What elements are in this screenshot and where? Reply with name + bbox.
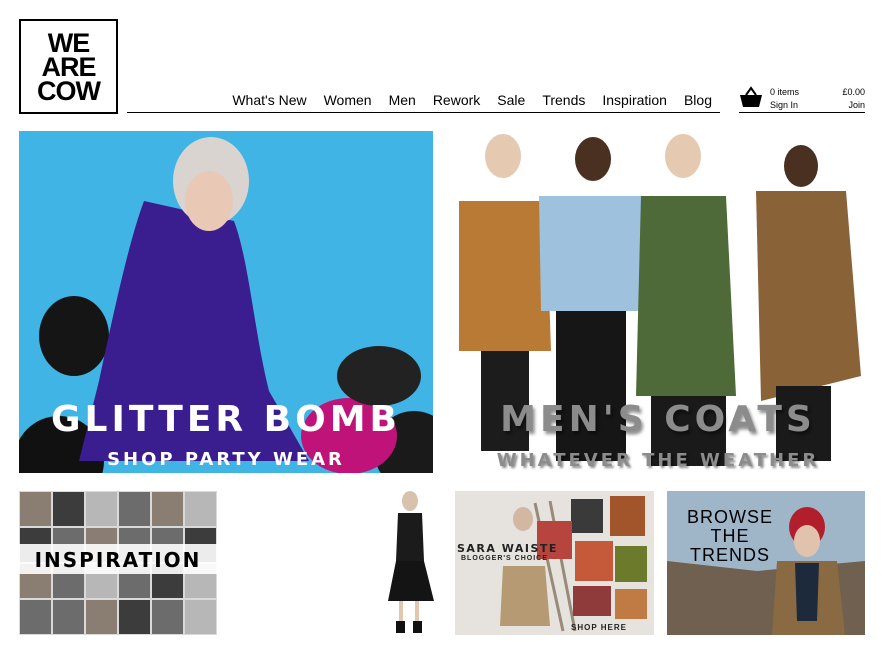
nav-item-rework[interactable]: Rework: [433, 90, 480, 110]
browse-trends-tile[interactable]: BROWSE THE TRENDS: [667, 491, 865, 635]
sara-waiste-tile[interactable]: SARA WAISTE BLOGGER'S CHOICE SHOP HERE: [455, 491, 654, 635]
sara-waiste-photo: [500, 496, 647, 632]
site-logo[interactable]: WE ARE COW: [19, 19, 118, 114]
basket-item-count[interactable]: 0 items: [770, 86, 799, 98]
mens-coats-subtitle: WHATEVER THE WEATHER: [496, 450, 820, 471]
glitter-bomb-subtitle: SHOP PARTY WEAR: [107, 449, 345, 470]
logo-line-1: WE: [47, 27, 90, 58]
glitter-bomb-title: GLITTER BOMB: [51, 399, 401, 440]
logo-line-3: COW: [37, 75, 101, 106]
glitter-bomb-banner[interactable]: GLITTER BOMB SHOP PARTY WEAR: [19, 131, 433, 473]
logo-line-2: ARE: [41, 51, 96, 82]
shop-here-link[interactable]: SHOP HERE: [571, 623, 627, 632]
account-panel: 0 items Sign In £0.00 Join: [739, 85, 865, 113]
nav-item-men[interactable]: Men: [389, 90, 416, 110]
inspiration-tile[interactable]: INSPIRATION: [19, 491, 217, 635]
dress-product-tile[interactable]: [372, 491, 442, 635]
browse-trends-title: BROWSE THE TRENDS: [686, 507, 773, 565]
basket-total[interactable]: £0.00: [842, 86, 865, 98]
nav-item-inspiration[interactable]: Inspiration: [602, 90, 667, 110]
dress-photo: [388, 491, 434, 633]
shopping-basket-icon[interactable]: [739, 86, 763, 108]
nav-item-women[interactable]: Women: [324, 90, 372, 110]
nav-item-blog[interactable]: Blog: [684, 90, 712, 110]
mens-coats-banner[interactable]: MEN'S COATS WHATEVER THE WEATHER: [451, 131, 865, 473]
sign-in-link[interactable]: Sign In: [770, 99, 798, 111]
main-nav: What's New Women Men Rework Sale Trends …: [127, 88, 720, 113]
join-link[interactable]: Join: [848, 99, 865, 111]
mens-coats-title: MEN'S COATS: [500, 399, 816, 440]
sara-waiste-subtitle: BLOGGER'S CHOICE: [461, 555, 548, 562]
nav-item-whats-new[interactable]: What's New: [232, 90, 306, 110]
nav-item-sale[interactable]: Sale: [497, 90, 525, 110]
inspiration-label: INSPIRATION: [34, 548, 202, 572]
sara-waiste-title: SARA WAISTE: [457, 542, 558, 555]
nav-item-trends[interactable]: Trends: [542, 90, 585, 110]
